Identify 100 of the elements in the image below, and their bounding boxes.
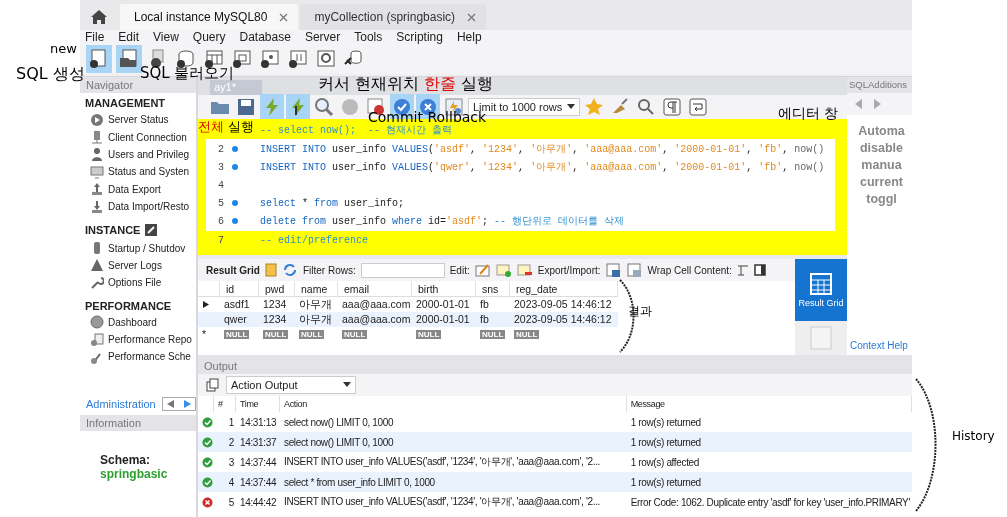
output-type-dropdown[interactable]: Action Output xyxy=(226,376,356,394)
menu-item[interactable]: File xyxy=(82,30,116,44)
toolbar-button[interactable] xyxy=(86,45,112,73)
table-cell: 1 row(s) returned xyxy=(626,432,912,452)
handwritten-note: 전체 실행 xyxy=(198,120,255,133)
handwritten-note: 에디터 창 xyxy=(778,106,839,120)
export-label: Export/Import: xyxy=(537,264,601,276)
tab-switcher[interactable] xyxy=(161,397,196,411)
navigator-item[interactable]: Data Export xyxy=(85,180,196,198)
wrap-label: Wrap Cell Content: xyxy=(647,264,732,276)
code-line: INSERT INTO user_info VALUES('qwer', '1234', '아무개', 'aaa@aaa.com', '2000-01-01', 'fb', now() xyxy=(260,161,825,174)
table-cell: qwer xyxy=(220,312,259,327)
null-tag: NULL xyxy=(342,330,368,339)
grid-icon xyxy=(810,272,832,295)
menu-item[interactable]: Server xyxy=(301,30,352,44)
navigator-item[interactable]: Performance Sche xyxy=(85,348,196,366)
connection-tab[interactable]: Local instance MySQL80 xyxy=(120,4,299,30)
table-cell: 2000-01-01 xyxy=(412,312,476,327)
delete-row-icon xyxy=(516,263,533,277)
report-icon xyxy=(90,332,104,347)
close-icon[interactable] xyxy=(279,12,289,22)
schema-name: springbasic xyxy=(100,467,169,481)
code-line: select * from user_info; xyxy=(260,197,405,209)
null-tag: NULL xyxy=(480,330,506,339)
navigator-item[interactable]: Server Status xyxy=(85,111,196,129)
result-grid-label: Result Grid xyxy=(206,264,260,276)
connection-tab[interactable]: myCollection (springbasic) xyxy=(300,4,487,30)
upload-icon xyxy=(90,182,104,197)
handwritten-note: new xyxy=(50,42,77,55)
navigator-item[interactable]: Data Import/Resto xyxy=(85,197,196,216)
close-icon[interactable] xyxy=(467,12,477,22)
import-icon xyxy=(626,263,643,277)
caret-icon xyxy=(567,104,575,110)
handwritten-note: 커서 현재위치 한줄 실행 xyxy=(318,76,494,92)
function-icon xyxy=(287,48,309,70)
search-icon xyxy=(636,97,656,117)
null-tag: NULL xyxy=(416,330,442,339)
table-cell: 아무개 xyxy=(295,312,338,327)
home-icon xyxy=(90,9,108,25)
filter-field[interactable] xyxy=(360,262,445,278)
section-title: INSTANCE xyxy=(85,224,141,237)
toolbar-button[interactable] xyxy=(286,94,310,120)
columns-icon xyxy=(264,263,277,277)
filter-label: Filter Rows: xyxy=(302,264,356,276)
refresh-icon xyxy=(281,263,298,277)
navigator-item[interactable]: Users and Privileg xyxy=(85,145,196,164)
menu-item[interactable]: Query xyxy=(189,30,237,44)
navigator-item[interactable]: Status and Systen xyxy=(85,163,196,181)
table-cell: 2023-09-05 14:46:12 xyxy=(510,312,618,327)
menu-item[interactable]: View xyxy=(150,30,190,44)
line-number: 5 xyxy=(217,197,224,209)
panel-tab[interactable]: Administration xyxy=(86,398,156,410)
export-icon xyxy=(605,263,622,277)
null-tag: NULL xyxy=(263,330,289,339)
server-icon xyxy=(90,130,104,145)
navigator-item[interactable]: Dashboard xyxy=(85,313,196,331)
panel-title: Output xyxy=(198,358,912,374)
menu-item[interactable]: Tools xyxy=(351,30,394,44)
table-cell: 14:37:44 xyxy=(236,472,280,492)
navigator-item[interactable]: Performance Repo xyxy=(85,330,196,349)
navigator-item[interactable]: Server Logs xyxy=(85,256,196,275)
table-cell: aaa@aaa.com xyxy=(338,312,412,327)
help-text: Automa disable manua current toggl xyxy=(857,123,906,208)
wrap-icon xyxy=(689,98,707,116)
play-circle-icon xyxy=(90,112,104,127)
copy-icon xyxy=(206,378,220,392)
wrap-text-icon xyxy=(736,264,749,276)
table-cell: 1 row(s) returned xyxy=(626,472,912,492)
navigator-item[interactable]: Client Connection xyxy=(85,128,196,146)
panel-title: Information xyxy=(80,415,196,431)
toolbar-button[interactable] xyxy=(116,45,142,73)
right-arrow-icon xyxy=(182,400,191,408)
section-title: MANAGEMENT xyxy=(85,97,166,109)
menu-item[interactable]: Edit xyxy=(115,30,151,44)
table-cell: fb xyxy=(476,312,510,327)
handwritten-note: History xyxy=(952,430,995,442)
view-icon xyxy=(231,48,253,70)
section-title: PERFORMANCE xyxy=(85,299,172,312)
panel-tab[interactable]: Context Help xyxy=(847,340,908,355)
table-cell: 14:31:37 xyxy=(236,432,280,452)
code-line: delete from user_info where id='asdf'; -- 행단위로 데이터를 삭제 xyxy=(260,215,625,228)
table-cell: select now() LIMIT 0, 1000 xyxy=(280,432,627,452)
table-cell: select * from user_info LIMIT 0, 1000 xyxy=(280,472,627,492)
panel-toggle-icon xyxy=(753,264,766,276)
monitor-icon xyxy=(90,164,104,179)
side-tab[interactable]: Result Grid xyxy=(795,259,847,321)
open-file-icon xyxy=(118,48,140,70)
person-icon xyxy=(90,147,104,162)
navigator-item[interactable]: Options File xyxy=(85,274,196,292)
navigator-item[interactable]: Startup / Shutdov xyxy=(85,239,196,257)
null-tag: NULL xyxy=(299,330,325,339)
add-row-icon xyxy=(495,263,512,277)
table-cell: 2 xyxy=(214,432,236,452)
star-icon xyxy=(584,97,604,117)
menu-item[interactable]: Help xyxy=(453,30,493,44)
warning-icon xyxy=(90,258,104,273)
menu-item[interactable]: Database xyxy=(236,30,302,44)
code-line: -- edit/preference xyxy=(260,234,369,246)
menu-item[interactable]: Scripting xyxy=(393,30,454,44)
null-tag: NULL xyxy=(514,330,540,339)
